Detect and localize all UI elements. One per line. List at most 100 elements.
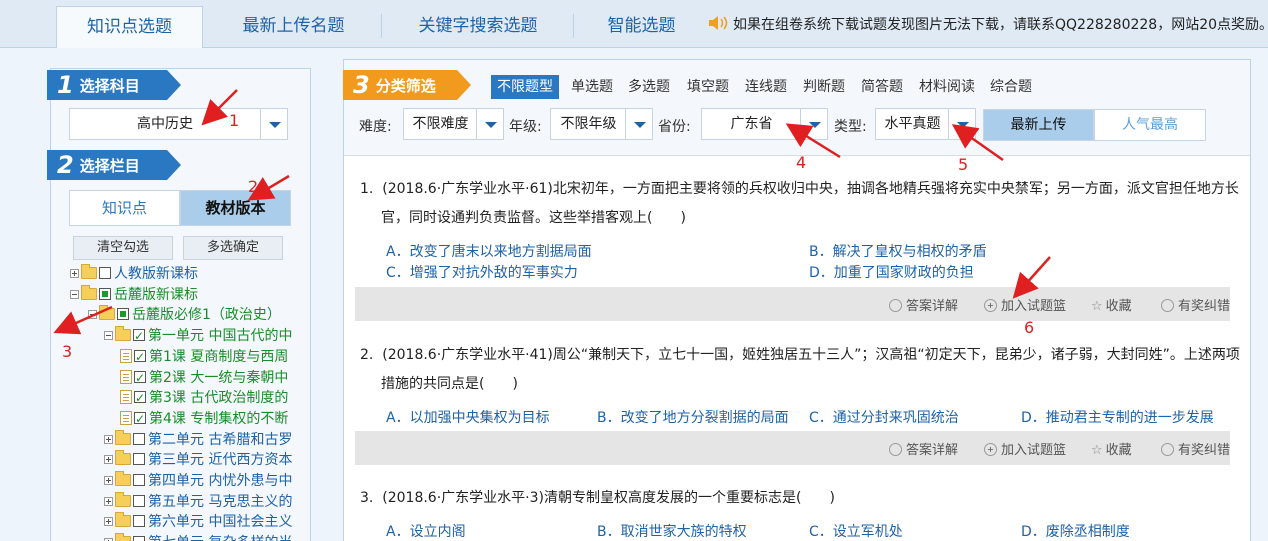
star-icon: ☆ bbox=[1091, 443, 1103, 458]
chevron-down-icon[interactable] bbox=[260, 109, 287, 139]
question-option[interactable]: C．通过分封来巩固统治 bbox=[809, 407, 959, 427]
tree-node[interactable]: 第三单元 近代西方资本 bbox=[104, 450, 292, 470]
question-option[interactable]: C．设立军机处 bbox=[809, 521, 903, 541]
clear-selection-button[interactable]: 清空勾选 bbox=[73, 236, 173, 260]
province-select[interactable]: 广东省 bbox=[701, 108, 828, 140]
expand-icon[interactable] bbox=[104, 517, 113, 527]
step-number: 3 bbox=[353, 71, 370, 99]
folder-icon bbox=[115, 471, 131, 486]
answer-detail-button[interactable]: 答案详解 bbox=[889, 439, 958, 458]
grade-select[interactable]: 不限年级 bbox=[550, 108, 653, 140]
folder-icon bbox=[99, 305, 115, 321]
tree-node[interactable]: 第2课 大一统与秦朝中 bbox=[120, 368, 288, 388]
tree-checkbox[interactable] bbox=[134, 409, 146, 429]
tree-node[interactable]: 人教版新课标 bbox=[70, 264, 198, 284]
tree-checkbox[interactable] bbox=[133, 494, 145, 507]
expand-icon[interactable] bbox=[104, 434, 113, 444]
question-option[interactable]: D．加重了国家财政的负担 bbox=[809, 262, 974, 282]
tree-checkbox[interactable] bbox=[133, 536, 145, 541]
answer-detail-button[interactable]: 答案详解 bbox=[889, 295, 958, 314]
tree-checkbox[interactable] bbox=[133, 453, 145, 466]
qtype-material[interactable]: 材料阅读 bbox=[919, 75, 975, 99]
tree-node[interactable]: 第一单元 中国古代的中 bbox=[104, 326, 292, 346]
qtype-multi[interactable]: 多选题 bbox=[628, 75, 670, 99]
expand-icon[interactable] bbox=[104, 476, 113, 485]
sort-popular-button[interactable]: 人气最高 bbox=[1094, 109, 1206, 141]
tree-node[interactable]: 岳麓版必修1（政治史） bbox=[88, 305, 281, 325]
sort-latest-button[interactable]: 最新上传 bbox=[983, 109, 1094, 141]
tree-node[interactable]: 第4课 专制集权的不断 bbox=[120, 409, 288, 429]
tree-node[interactable]: 第3课 古代政治制度的 bbox=[120, 388, 288, 408]
tree-checkbox[interactable] bbox=[133, 432, 145, 445]
tree-checkbox[interactable] bbox=[133, 326, 145, 346]
chevron-down-icon[interactable] bbox=[800, 109, 827, 139]
step3-header: 3 分类筛选 bbox=[343, 70, 471, 100]
tree-node-label: 岳麓版必修1（政治史） bbox=[132, 307, 281, 324]
chevron-down-icon[interactable] bbox=[476, 109, 503, 139]
tree-node[interactable]: 第四单元 内忧外患与中 bbox=[104, 471, 292, 491]
report-error-button[interactable]: 有奖纠错 bbox=[1161, 439, 1230, 458]
tree-node[interactable]: 第1课 夏商制度与西周 bbox=[120, 347, 288, 367]
expand-icon[interactable] bbox=[104, 496, 113, 506]
qtype-comprehensive[interactable]: 综合题 bbox=[990, 75, 1032, 99]
tree-checkbox[interactable] bbox=[134, 388, 146, 408]
question-option[interactable]: D．推动君主专制的进一步发展 bbox=[1021, 407, 1214, 427]
grade-label: 年级: bbox=[509, 119, 542, 135]
tab-smart-select[interactable]: 智能选题 bbox=[575, 6, 708, 48]
tab-textbook-mode[interactable]: 教材版本 bbox=[180, 190, 291, 226]
expand-icon[interactable] bbox=[104, 455, 113, 465]
tree-node[interactable]: 第二单元 古希腊和古罗 bbox=[104, 429, 292, 450]
tab-latest-upload[interactable]: 最新上传名题 bbox=[206, 6, 381, 48]
type-select[interactable]: 水平真题 bbox=[875, 108, 976, 140]
qtype-judge[interactable]: 判断题 bbox=[803, 75, 845, 99]
tree-node[interactable]: 岳麓版新课标 bbox=[70, 284, 198, 305]
add-to-basket-button[interactable]: 加入试题篮 bbox=[984, 439, 1066, 458]
add-to-basket-button[interactable]: 加入试题篮 bbox=[984, 295, 1066, 314]
tree-checkbox[interactable] bbox=[133, 474, 145, 486]
report-error-button[interactable]: 有奖纠错 bbox=[1161, 295, 1230, 314]
collapse-icon[interactable] bbox=[70, 289, 79, 299]
tree-checkbox[interactable] bbox=[99, 267, 111, 279]
tree-checkbox[interactable] bbox=[117, 308, 129, 321]
tree-node[interactable]: 第七单元 复杂多样的当 bbox=[104, 533, 292, 541]
question-option[interactable]: A．以加强中央集权为目标 bbox=[386, 407, 550, 427]
tree-checkbox[interactable] bbox=[134, 368, 146, 388]
tab-keyword-search[interactable]: 关键字搜索选题 bbox=[383, 6, 573, 48]
tree-checkbox[interactable] bbox=[134, 347, 146, 367]
tree-node[interactable]: 第五单元 马克思主义的 bbox=[104, 491, 292, 512]
question-option[interactable]: B．取消世家大族的特权 bbox=[597, 521, 747, 541]
favorite-button[interactable]: ☆ 收藏 bbox=[1091, 439, 1132, 458]
qtype-match[interactable]: 连线题 bbox=[745, 75, 787, 99]
subject-select[interactable]: 高中历史 bbox=[69, 108, 288, 140]
question-option[interactable]: A．设立内阁 bbox=[386, 521, 466, 541]
speech-bubble-icon bbox=[1161, 299, 1174, 312]
question-number: 2. bbox=[360, 347, 374, 363]
chevron-down-icon[interactable] bbox=[948, 109, 975, 139]
question-option[interactable]: D．废除丞相制度 bbox=[1021, 521, 1130, 541]
type-label: 类型: bbox=[834, 119, 867, 135]
tree-checkbox[interactable] bbox=[99, 287, 111, 300]
question-option[interactable]: A．改变了唐末以来地方割据局面 bbox=[386, 241, 592, 261]
question-number: 3. bbox=[360, 490, 374, 506]
expand-icon[interactable] bbox=[70, 269, 79, 278]
tab-knowledge-point[interactable]: 知识点选题 bbox=[56, 6, 203, 48]
qtype-short[interactable]: 简答题 bbox=[861, 75, 903, 99]
folder-icon bbox=[115, 491, 131, 507]
question-option[interactable]: C．增强了对抗外敌的军事实力 bbox=[386, 262, 578, 282]
question-option[interactable]: B．改变了地方分裂割据的局面 bbox=[597, 407, 789, 427]
collapse-icon[interactable] bbox=[104, 331, 113, 341]
qtype-all[interactable]: 不限题型 bbox=[491, 75, 559, 99]
tab-knowledge-mode[interactable]: 知识点 bbox=[69, 190, 180, 226]
confirm-multi-button[interactable]: 多选确定 bbox=[183, 236, 283, 260]
tree-checkbox[interactable] bbox=[133, 515, 145, 528]
question-option[interactable]: B．解决了皇权与相权的矛盾 bbox=[809, 241, 987, 261]
tree-node[interactable]: 第六单元 中国社会主义 bbox=[104, 512, 292, 532]
qtype-fill[interactable]: 填空题 bbox=[687, 75, 729, 99]
favorite-button[interactable]: ☆ 收藏 bbox=[1091, 295, 1132, 314]
chevron-down-icon[interactable] bbox=[625, 109, 652, 139]
tree-node-label: 第2课 大一统与秦朝中 bbox=[149, 369, 289, 386]
qtype-single[interactable]: 单选题 bbox=[571, 75, 613, 99]
question-line: 官，同时设通判负责监督。这些举措客观上( ) bbox=[381, 210, 686, 226]
difficulty-select[interactable]: 不限难度 bbox=[403, 108, 504, 140]
collapse-icon[interactable] bbox=[88, 310, 97, 320]
